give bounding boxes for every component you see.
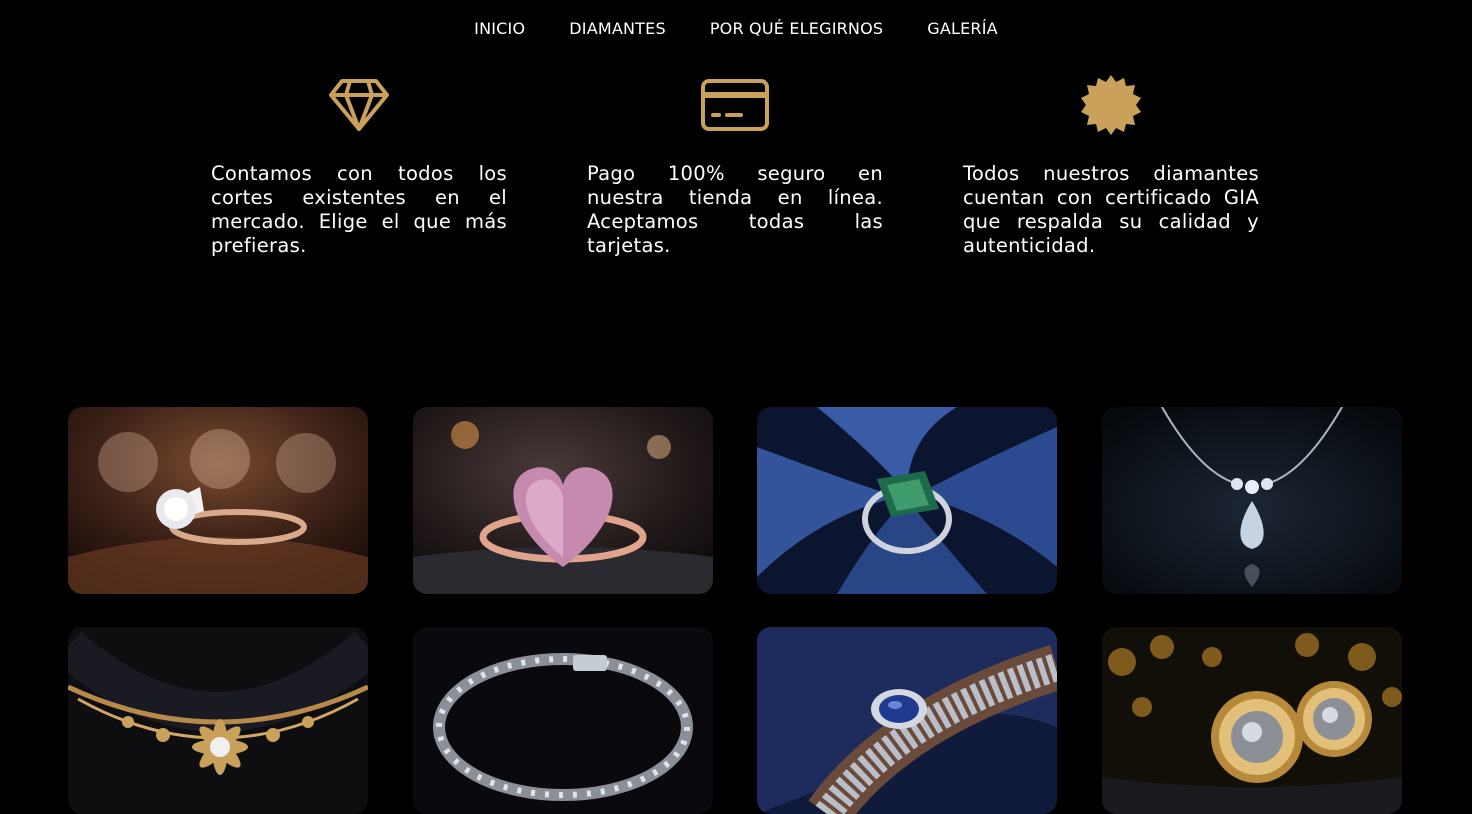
gold-floral-diamond-necklace-image[interactable]: [68, 627, 368, 814]
nav-link-por-que-elegirnos[interactable]: POR QUÉ ELEGIRNOS: [688, 19, 905, 38]
feature-cuts-text: Contamos con todos los cortes existentes…: [211, 162, 507, 257]
nav-link-diamantes[interactable]: DIAMANTES: [547, 19, 688, 38]
gold-halo-diamond-earrings-image[interactable]: [1102, 627, 1402, 814]
feature-certificate: Todos nuestros diamantes cuentan con cer…: [963, 70, 1259, 258]
credit-card-icon: [587, 70, 883, 140]
feature-payment: Pago 100% seguro en nuestra tienda en lí…: [587, 70, 883, 258]
diamond-solitaire-ring-image[interactable]: [68, 407, 368, 594]
diamond-icon: [211, 70, 507, 140]
nav-link-galeria[interactable]: GALERÍA: [905, 19, 1020, 38]
feature-cuts: Contamos con todos los cortes existentes…: [211, 70, 507, 258]
pear-diamond-pendant-necklace-image[interactable]: [1102, 407, 1402, 594]
feature-payment-text: Pago 100% seguro en nuestra tienda en lí…: [587, 162, 883, 257]
emerald-ring-on-velvet-image[interactable]: [757, 407, 1057, 594]
nav-link-inicio[interactable]: INICIO: [452, 19, 547, 38]
sapphire-diamond-bracelet-image[interactable]: [757, 627, 1057, 814]
certificate-badge-icon: [963, 70, 1259, 140]
top-navigation: INICIO DIAMANTES POR QUÉ ELEGIRNOS GALER…: [0, 0, 1472, 56]
diamond-tennis-bracelet-image[interactable]: [413, 627, 713, 814]
pink-heart-diamond-ring-image[interactable]: [413, 407, 713, 594]
feature-certificate-text: Todos nuestros diamantes cuentan con cer…: [963, 162, 1259, 257]
